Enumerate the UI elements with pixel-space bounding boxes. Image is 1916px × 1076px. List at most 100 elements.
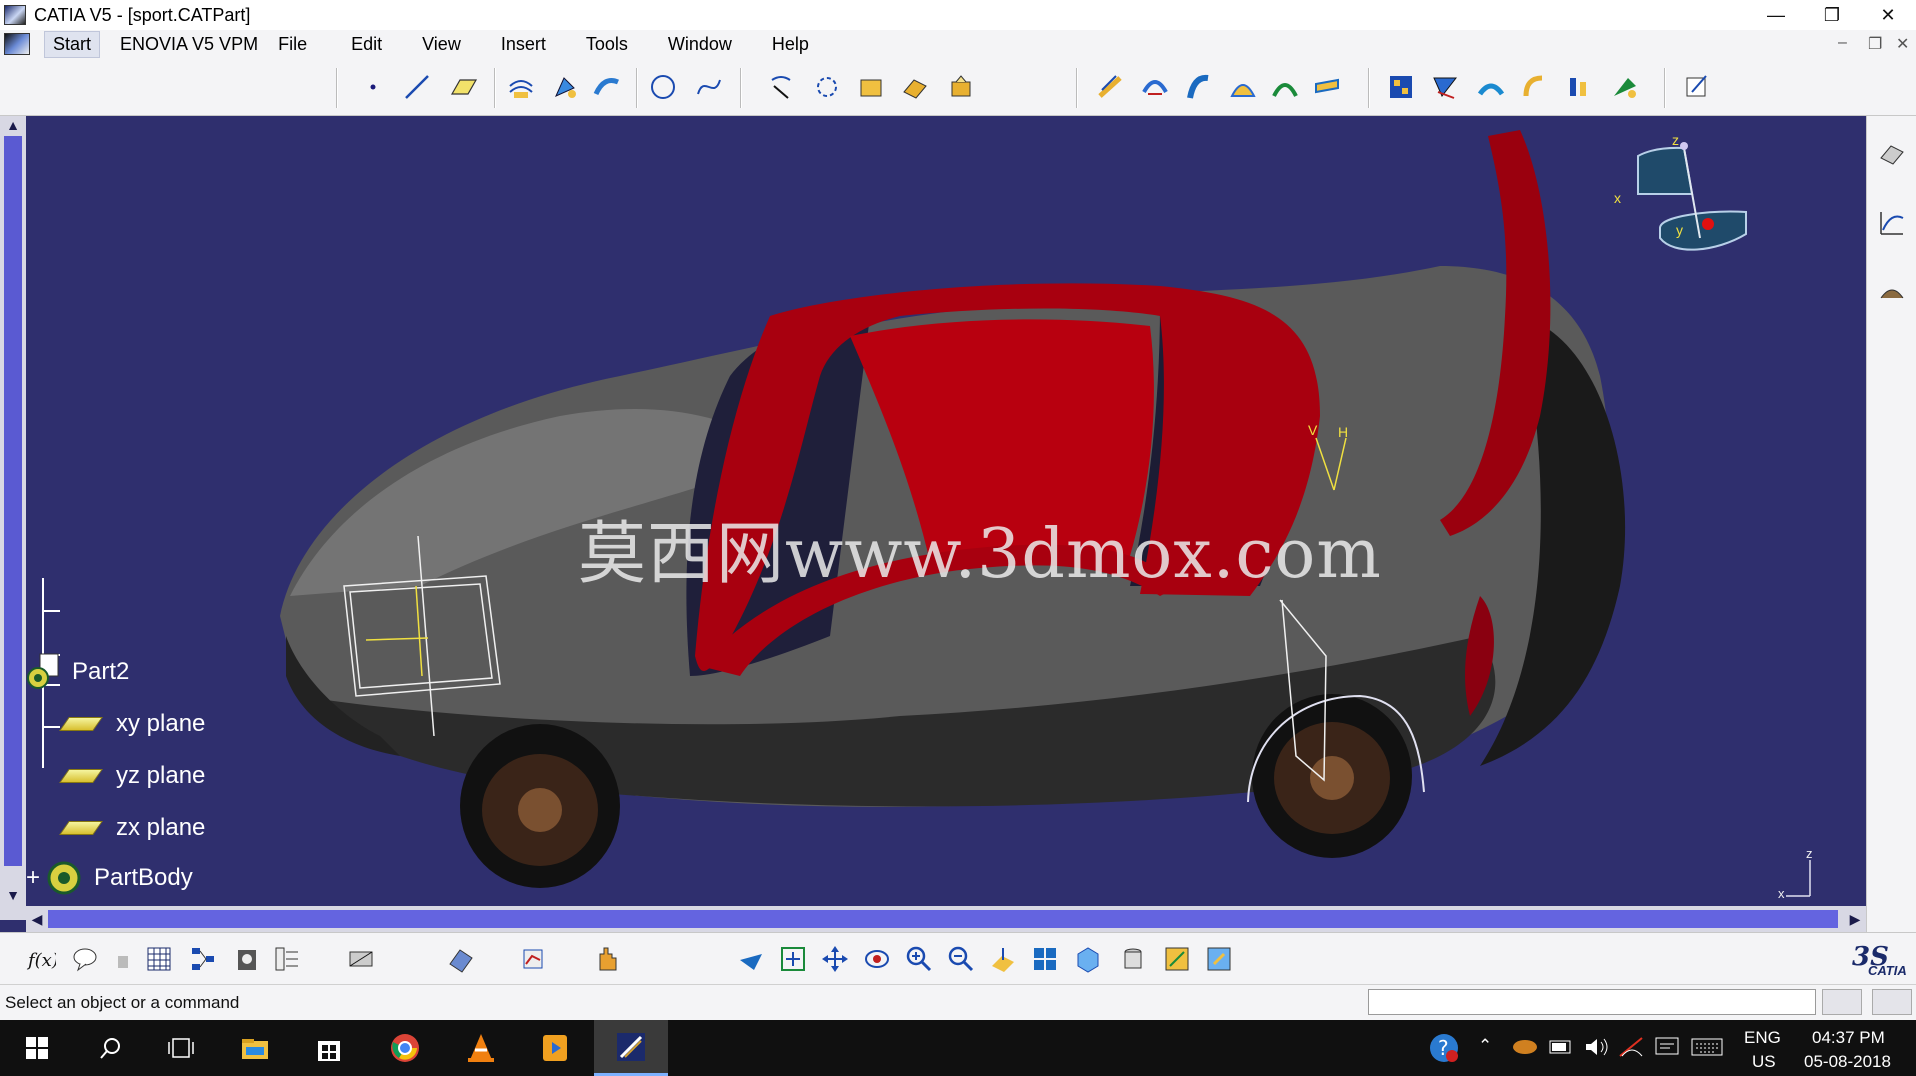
scroll-left-icon[interactable]: ◀ <box>28 910 46 928</box>
status-button-1[interactable] <box>1822 989 1862 1015</box>
sweep-icon[interactable] <box>590 70 624 104</box>
close-button[interactable]: ✕ <box>1860 0 1916 30</box>
circle-icon[interactable] <box>646 70 680 104</box>
help-icon[interactable]: ? <box>1428 1032 1460 1069</box>
windows-start-icon[interactable] <box>0 1020 74 1076</box>
start-icon[interactable] <box>4 33 30 55</box>
offset-icon[interactable] <box>1138 70 1172 104</box>
spline-icon[interactable] <box>692 70 726 104</box>
menu-view[interactable]: View <box>422 34 461 55</box>
rotate-view-icon[interactable] <box>860 942 894 976</box>
graph-icon[interactable] <box>186 942 220 976</box>
fill-icon[interactable] <box>1226 70 1260 104</box>
join-icon[interactable] <box>898 70 932 104</box>
volume-icon[interactable] <box>1584 1036 1610 1063</box>
keyboard-icon[interactable] <box>1690 1036 1724 1063</box>
doc-restore-button[interactable]: ❐ <box>1868 34 1882 54</box>
translate-icon[interactable] <box>1518 70 1552 104</box>
tree-node-xy-plane[interactable]: xy plane <box>59 710 205 738</box>
vertical-scrollbar[interactable]: ▲ ▼ <box>0 116 26 920</box>
catia-taskbar-icon[interactable] <box>594 1020 668 1076</box>
comment-icon[interactable] <box>68 942 102 976</box>
tree-node-yz-plane[interactable]: yz plane <box>59 762 205 790</box>
tree-node-partbody[interactable]: + PartBody <box>26 858 193 898</box>
fillet-icon[interactable] <box>1094 70 1128 104</box>
shading-icon[interactable] <box>1116 942 1150 976</box>
vertical-scroll-thumb[interactable] <box>4 136 22 866</box>
multi-view-icon[interactable] <box>1028 942 1062 976</box>
healing-icon[interactable] <box>944 70 978 104</box>
horizontal-scrollbar[interactable]: ◀ ▶ <box>26 906 1866 932</box>
lock-icon[interactable] <box>106 942 140 976</box>
tree-icon[interactable] <box>270 942 304 976</box>
rotate-icon[interactable] <box>1562 70 1596 104</box>
tree-node-zx-plane[interactable]: zx plane <box>59 814 205 842</box>
compass[interactable]: z x y <box>1614 126 1750 276</box>
doc-minimize-button[interactable]: – <box>1838 34 1847 52</box>
menu-help[interactable]: Help <box>772 34 809 55</box>
status-button-2[interactable] <box>1872 989 1912 1015</box>
extract-icon[interactable] <box>1474 70 1508 104</box>
boundary-icon[interactable] <box>854 70 888 104</box>
store-icon[interactable] <box>292 1020 366 1076</box>
fly-icon[interactable] <box>734 942 768 976</box>
workbench-icon[interactable] <box>1875 136 1909 170</box>
menu-tools[interactable]: Tools <box>586 34 628 55</box>
intersect-icon[interactable] <box>810 70 844 104</box>
shape-icon[interactable] <box>1875 276 1909 310</box>
tree-node-part2[interactable]: Part2 <box>24 652 129 692</box>
project-icon[interactable] <box>764 70 798 104</box>
hide-show-icon[interactable] <box>1160 942 1194 976</box>
analysis-icon[interactable] <box>516 942 550 976</box>
show-hidden-icons[interactable]: ⌃ <box>1478 1036 1492 1056</box>
3d-viewport[interactable]: 莫西网www.3dmox.com V H z x y z x Part2 xy … <box>0 116 1866 932</box>
formula-icon[interactable]: f(x) <box>24 942 58 976</box>
line-icon[interactable] <box>400 70 434 104</box>
menu-insert[interactable]: Insert <box>501 34 546 55</box>
apply-material-icon[interactable] <box>444 942 478 976</box>
chrome-icon[interactable] <box>368 1020 442 1076</box>
tray-app-icon[interactable] <box>1512 1038 1538 1061</box>
blend-icon[interactable] <box>1182 70 1216 104</box>
expand-icon[interactable]: + <box>26 864 40 892</box>
measure-icon[interactable] <box>344 942 378 976</box>
input-region[interactable]: US <box>1752 1052 1776 1072</box>
curve-analysis-icon[interactable] <box>1875 206 1909 240</box>
hand-icon[interactable] <box>590 942 624 976</box>
symmetry-icon[interactable] <box>1608 70 1642 104</box>
sketch-icon[interactable] <box>1680 70 1714 104</box>
scroll-up-icon[interactable]: ▲ <box>4 116 22 134</box>
action-center-icon[interactable] <box>1654 1036 1680 1063</box>
task-view-icon[interactable] <box>144 1020 218 1076</box>
menu-file[interactable]: File <box>278 34 307 55</box>
minimize-button[interactable]: — <box>1748 0 1804 30</box>
iso-view-icon[interactable] <box>1070 942 1104 976</box>
vlc-icon[interactable] <box>444 1020 518 1076</box>
clock-date[interactable]: 05-08-2018 <box>1804 1052 1891 1072</box>
menu-start[interactable]: Start <box>44 30 101 58</box>
menu-enovia[interactable]: ENOVIA V5 VPM <box>120 34 258 55</box>
loft-icon[interactable] <box>1268 70 1302 104</box>
media-player-icon[interactable] <box>518 1020 592 1076</box>
table-icon[interactable] <box>142 942 176 976</box>
search-icon[interactable] <box>74 1020 148 1076</box>
trim-icon[interactable] <box>1428 70 1462 104</box>
scroll-down-icon[interactable]: ▼ <box>4 886 22 904</box>
network-icon[interactable] <box>1618 1036 1646 1063</box>
catalog-icon[interactable] <box>230 942 264 976</box>
doc-close-button[interactable]: ✕ <box>1896 34 1909 54</box>
menu-window[interactable]: Window <box>668 34 732 55</box>
normal-view-icon[interactable] <box>986 942 1020 976</box>
horizontal-scroll-thumb[interactable] <box>48 910 1838 928</box>
scroll-right-icon[interactable]: ▶ <box>1846 910 1864 928</box>
battery-icon[interactable] <box>1548 1038 1574 1061</box>
file-explorer-icon[interactable] <box>218 1020 292 1076</box>
split-icon[interactable] <box>1384 70 1418 104</box>
zoom-in-icon[interactable] <box>902 942 936 976</box>
menu-edit[interactable]: Edit <box>351 34 382 55</box>
surface-icon[interactable] <box>1310 70 1344 104</box>
plane-icon[interactable] <box>446 70 480 104</box>
clock-time[interactable]: 04:37 PM <box>1812 1028 1885 1048</box>
zoom-out-icon[interactable] <box>944 942 978 976</box>
input-language[interactable]: ENG <box>1744 1028 1781 1048</box>
